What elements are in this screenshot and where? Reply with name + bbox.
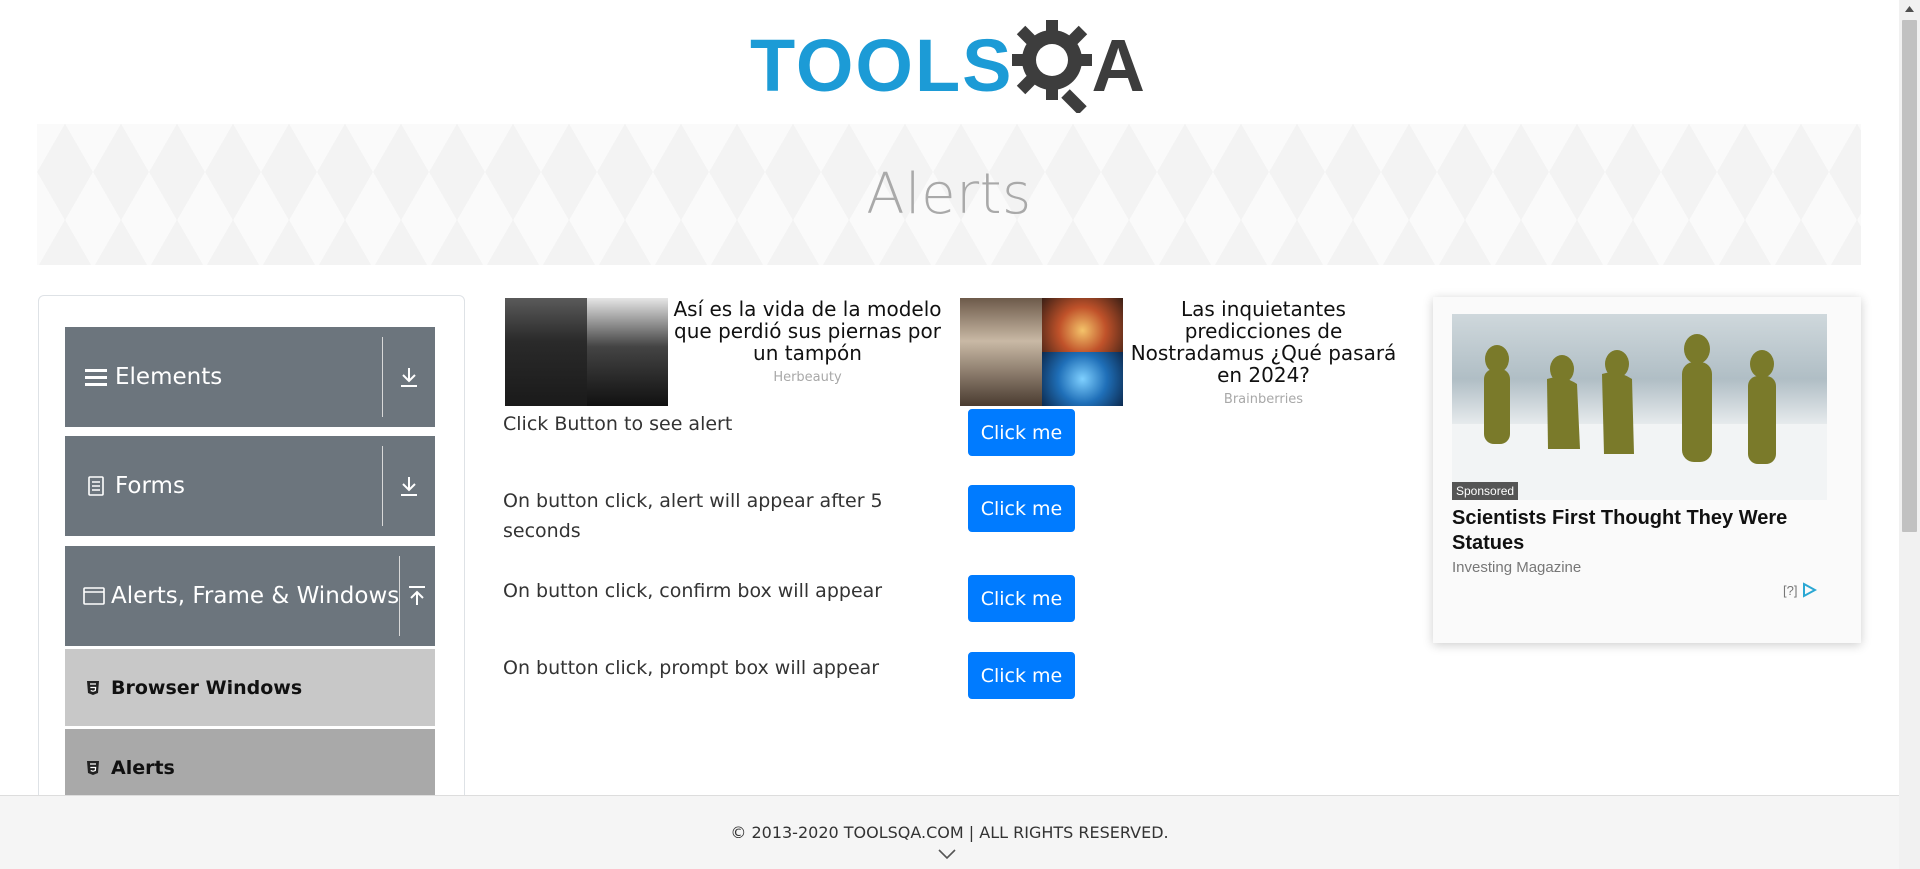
ad-title: Scientists First Thought They Were Statu… xyxy=(1452,507,1788,554)
page-banner: Alerts xyxy=(37,124,1861,265)
chevron-down-icon[interactable] xyxy=(937,848,957,860)
ad-image xyxy=(1452,314,1827,500)
sidebar-item-browser-windows[interactable]: Browser Windows xyxy=(65,648,435,726)
sidebar-group-alerts-frame-windows[interactable]: Alerts, Frame & Windows xyxy=(65,546,435,646)
scrollbar[interactable] xyxy=(1899,0,1920,869)
sponsored-badge: Sponsored xyxy=(1452,482,1519,500)
timer-alert-button[interactable]: Click me xyxy=(968,485,1075,532)
ad-image-left xyxy=(505,298,587,406)
sidebar-group-label: Alerts, Frame & Windows xyxy=(111,583,400,609)
sidebar-item-label: Alerts xyxy=(111,756,175,779)
confirm-button[interactable]: Click me xyxy=(968,575,1075,622)
window-icon xyxy=(83,583,105,609)
gear-magnifier-icon xyxy=(1011,20,1092,113)
footer-copyright: © 2013-2020 TOOLSQA.COM | ALL RIGHTS RES… xyxy=(730,823,1169,842)
adchoices-icon xyxy=(1803,582,1818,598)
ad-image-right xyxy=(1042,298,1123,406)
ad-source: Herbeauty xyxy=(773,370,842,385)
sidebar-group-forms[interactable]: Forms xyxy=(65,436,435,536)
sidebar-item-label: Browser Windows xyxy=(111,676,303,699)
page-title: Alerts xyxy=(866,162,1032,227)
ad-card[interactable]: Así es la vida de la modelo que perdió s… xyxy=(505,298,945,408)
adchoices-help: [?] xyxy=(1783,582,1798,598)
logo-text: TOOLS xyxy=(750,23,1014,107)
sidebar-group-label: Forms xyxy=(115,473,185,499)
ad-image-right xyxy=(587,298,668,406)
ad-source: Brainberries xyxy=(1223,392,1304,407)
download-arrow-icon xyxy=(383,366,435,388)
alert-button[interactable]: Click me xyxy=(968,409,1075,456)
footer: © 2013-2020 TOOLSQA.COM | ALL RIGHTS RES… xyxy=(0,795,1899,869)
html5-icon xyxy=(83,760,103,776)
ad-image xyxy=(505,298,668,406)
hamburger-icon xyxy=(83,364,109,390)
ad-card[interactable]: Las inquietantes predicciones de Nostrad… xyxy=(960,298,1400,408)
ad-text: Así es la vida de la modelo que perdió s… xyxy=(668,298,945,408)
ad-source: Investing Magazine xyxy=(1452,559,1582,576)
prompt-row-label: On button click, prompt box will appear xyxy=(503,657,880,679)
statues-image xyxy=(1452,334,1827,500)
sponsored-ad[interactable]: Sponsored Scientists First Thought They … xyxy=(1433,297,1861,643)
adchoices[interactable]: [?] xyxy=(1783,582,1818,598)
ad-image xyxy=(960,298,1123,406)
ad-image-left xyxy=(960,298,1042,406)
scrollbar-thumb[interactable] xyxy=(1902,20,1917,532)
html5-icon xyxy=(83,680,103,696)
timer-alert-row-label: On button click, alert will appear after… xyxy=(503,490,883,542)
document-icon xyxy=(83,473,109,499)
ad-text: Las inquietantes predicciones de Nostrad… xyxy=(1123,298,1400,408)
scroll-up-arrow-icon[interactable] xyxy=(1905,6,1914,12)
sidebar-group-elements[interactable]: Elements xyxy=(65,327,435,427)
upload-arrow-icon xyxy=(400,585,435,607)
download-arrow-icon xyxy=(383,475,435,497)
confirm-row-label: On button click, confirm box will appear xyxy=(503,580,883,602)
sidebar-group-label: Elements xyxy=(115,364,223,390)
logo-text-end: A xyxy=(1091,23,1145,107)
sidebar: Elements Forms Alerts, Frame & Windows B… xyxy=(38,295,465,869)
prompt-button[interactable]: Click me xyxy=(968,652,1075,699)
ad-title: Las inquietantes predicciones de Nostrad… xyxy=(1130,297,1397,387)
alert-row-label: Click Button to see alert xyxy=(503,413,733,435)
page: TOOLS A Alerts Elements Forms Alerts, Fr… xyxy=(0,0,1920,869)
ad-title: Así es la vida de la modelo que perdió s… xyxy=(673,297,942,365)
toolsqa-logo[interactable]: TOOLS A xyxy=(750,18,1156,113)
